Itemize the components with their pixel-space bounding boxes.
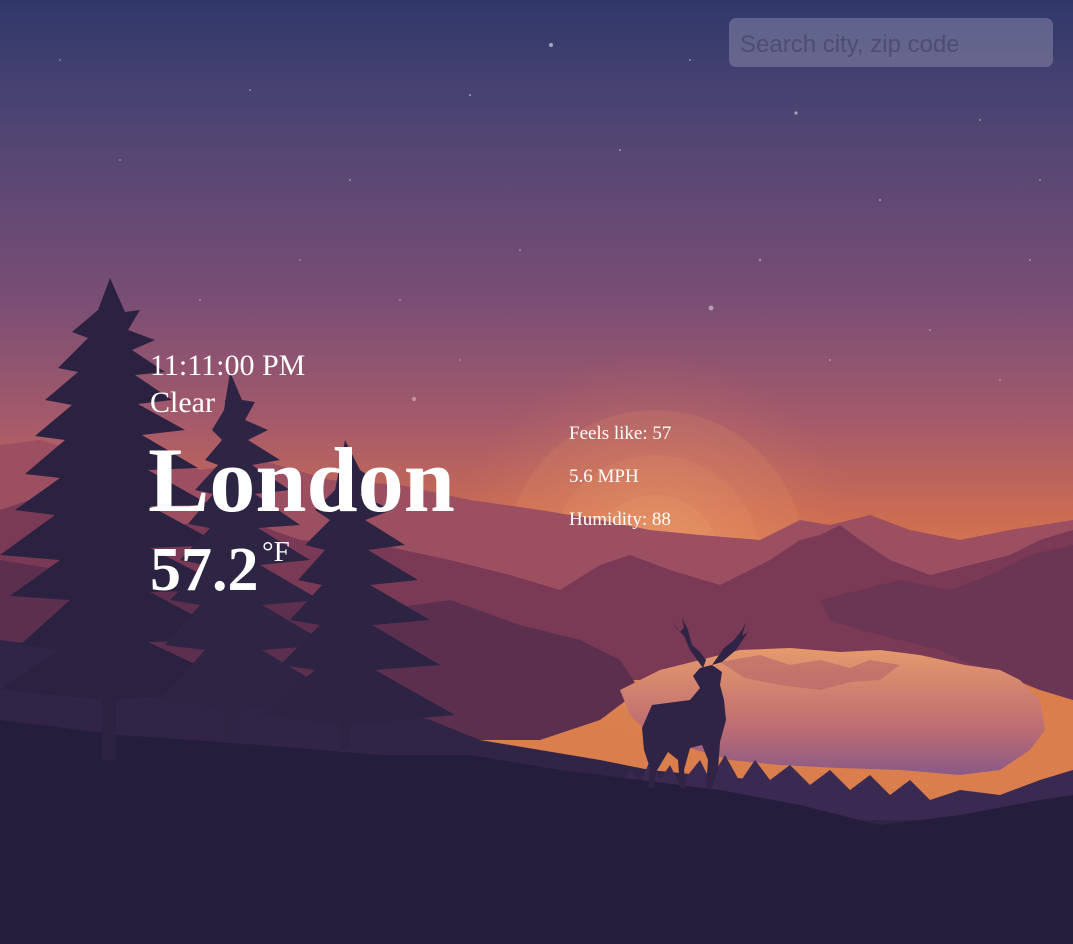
temperature-unit: °F xyxy=(262,536,290,568)
current-time: 11:11:00 PM xyxy=(150,349,306,382)
temperature-value: 57.2 xyxy=(150,536,259,604)
humidity: Humidity: 88 xyxy=(569,509,671,530)
feels-like: Feels like: 57 xyxy=(569,423,672,444)
search-input[interactable] xyxy=(729,18,1053,67)
city-name: London xyxy=(148,429,455,531)
search-bar xyxy=(729,18,1053,67)
weather-condition: Clear xyxy=(150,386,215,419)
wind-speed: 5.6 MPH xyxy=(569,466,639,487)
